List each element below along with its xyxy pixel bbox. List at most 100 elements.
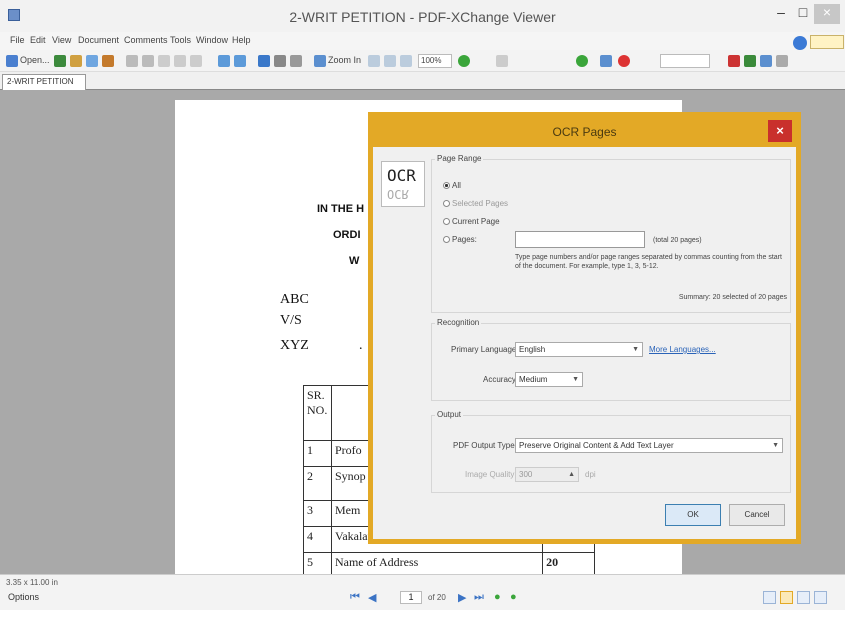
zoom-in-label[interactable]: Zoom In: [328, 55, 361, 65]
dialog-titlebar[interactable]: OCR Pages ×: [373, 117, 796, 147]
menu-edit[interactable]: Edit: [30, 35, 46, 45]
select-text-icon[interactable]: [274, 55, 286, 67]
menu-comments[interactable]: Comments: [124, 35, 168, 45]
facing-continuous-view-icon[interactable]: [814, 591, 827, 604]
stop-icon[interactable]: [618, 55, 630, 67]
radio-all[interactable]: All: [443, 181, 461, 190]
help-icon[interactable]: [793, 36, 807, 50]
hand-tool-icon[interactable]: [258, 55, 270, 67]
image-quality-field[interactable]: 300 ▲: [515, 467, 579, 482]
paste-icon[interactable]: [190, 55, 202, 67]
zoom-plus-icon[interactable]: [458, 55, 470, 67]
primary-language-value: English: [519, 345, 546, 354]
rotate-right-icon[interactable]: [234, 55, 246, 67]
minimize-button[interactable]: –: [770, 4, 792, 20]
output-label: Output: [435, 410, 464, 419]
menu-file[interactable]: File: [10, 35, 25, 45]
back-view-icon[interactable]: ●: [494, 591, 501, 603]
current-page-field[interactable]: 1: [400, 591, 422, 604]
menu-document[interactable]: Document: [78, 35, 119, 45]
menu-bar: File Edit View Document Comments Tools W…: [0, 32, 845, 50]
pdf-output-type-value: Preserve Original Content & Add Text Lay…: [519, 441, 674, 450]
primary-language-select[interactable]: English ▼: [515, 342, 643, 357]
facing-view-icon[interactable]: [797, 591, 810, 604]
cut-icon[interactable]: [158, 55, 170, 67]
print-icon[interactable]: [70, 55, 82, 67]
radio-current-page-label: Current Page: [452, 217, 500, 226]
radio-pages[interactable]: Pages:: [443, 235, 477, 244]
doc-party-respondent-tail: .: [359, 338, 363, 353]
page-size-readout: 3.35 x 11.00 in: [6, 578, 58, 587]
fit-width-icon[interactable]: [384, 55, 396, 67]
pdf-output-type-select[interactable]: Preserve Original Content & Add Text Lay…: [515, 438, 783, 453]
stamp-icon[interactable]: [776, 55, 788, 67]
comment-icon[interactable]: [760, 55, 772, 67]
rotate-left-icon[interactable]: [218, 55, 230, 67]
table-cell: 3: [303, 500, 332, 527]
spinner-icon: ▲: [568, 471, 575, 478]
ok-button[interactable]: OK: [665, 504, 721, 526]
last-page-icon[interactable]: ⏭: [474, 591, 484, 604]
table-cell: Name of Address: [330, 552, 544, 574]
snapshot-icon[interactable]: [290, 55, 302, 67]
zoom-in-icon[interactable]: [314, 55, 326, 67]
redo-icon[interactable]: [142, 55, 154, 67]
copy-icon[interactable]: [174, 55, 186, 67]
radio-selected-pages[interactable]: Selected Pages: [443, 199, 508, 208]
next-page-icon[interactable]: ▶: [458, 591, 466, 604]
output-group: [431, 415, 791, 493]
cancel-button[interactable]: Cancel: [729, 504, 785, 526]
fit-page-icon[interactable]: [368, 55, 380, 67]
more-languages-link[interactable]: More Languages...: [649, 345, 716, 354]
forward-view-icon[interactable]: ●: [510, 591, 517, 603]
maximize-button[interactable]: □: [792, 4, 814, 20]
actual-size-icon[interactable]: [400, 55, 412, 67]
search-help-box[interactable]: [810, 35, 844, 49]
menu-help[interactable]: Help: [232, 35, 251, 45]
ocr-pages-dialog: OCR Pages × OCR OCR Page Range All Selec…: [368, 112, 801, 544]
toolbar-search-input[interactable]: [660, 54, 710, 68]
radio-selected-pages-label: Selected Pages: [452, 199, 509, 208]
single-page-view-icon[interactable]: [763, 591, 776, 604]
first-page-icon[interactable]: ⏮: [350, 591, 360, 604]
accuracy-select[interactable]: Medium ▼: [515, 372, 583, 387]
radio-current-page[interactable]: Current Page: [443, 217, 500, 226]
zoom-slider[interactable]: [496, 55, 508, 67]
image-quality-unit: dpi: [585, 470, 596, 479]
chevron-down-icon: ▼: [772, 442, 779, 449]
document-tab[interactable]: 2-WRIT PETITION: [2, 74, 86, 90]
menu-tools[interactable]: Tools: [170, 35, 191, 45]
status-bar: 3.35 x 11.00 in Options ⏮ ◀ 1 of 20 ▶ ⏭ …: [0, 574, 845, 610]
back-icon[interactable]: [576, 55, 588, 67]
typewriter-icon[interactable]: [728, 55, 740, 67]
save-icon[interactable]: [54, 55, 66, 67]
scan-icon[interactable]: [102, 55, 114, 67]
forward-icon[interactable]: [600, 55, 612, 67]
undo-icon[interactable]: [126, 55, 138, 67]
menu-window[interactable]: Window: [196, 35, 228, 45]
email-icon[interactable]: [86, 55, 98, 67]
open-label[interactable]: Open...: [20, 55, 50, 65]
open-icon[interactable]: [6, 55, 18, 67]
dialog-title: OCR Pages: [552, 125, 617, 139]
dialog-close-button[interactable]: ×: [768, 120, 792, 142]
recognition-group: [431, 323, 791, 401]
continuous-view-icon[interactable]: [780, 591, 793, 604]
radio-all-label: All: [452, 181, 461, 190]
chevron-down-icon: ▼: [632, 346, 639, 353]
accuracy-value: Medium: [519, 375, 548, 384]
chevron-down-icon: ▼: [572, 376, 579, 383]
highlight-icon[interactable]: [744, 55, 756, 67]
options-button[interactable]: Options: [8, 592, 39, 602]
zoom-level-field[interactable]: 100%: [418, 54, 452, 68]
radio-selected-pages-dot[interactable]: [443, 200, 450, 208]
radio-current-page-dot[interactable]: [443, 218, 450, 226]
menu-view[interactable]: View: [52, 35, 71, 45]
main-toolbar: Open... Zoom In 100%: [0, 50, 845, 72]
radio-pages-dot[interactable]: [443, 236, 450, 244]
prev-page-icon[interactable]: ◀: [368, 591, 376, 604]
window-close-button[interactable]: ×: [814, 4, 840, 24]
radio-all-dot[interactable]: [443, 182, 450, 190]
pages-input[interactable]: [515, 231, 645, 248]
total-pages-label: (total 20 pages): [653, 237, 702, 244]
